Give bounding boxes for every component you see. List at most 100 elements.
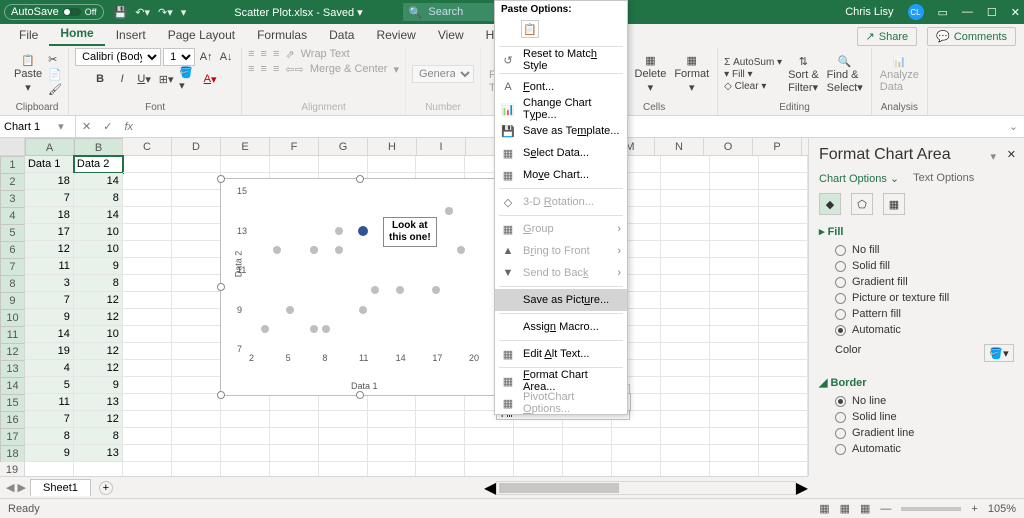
ctx-change-chart-type[interactable]: 📊Change Chart Type... [495,98,627,120]
col-header[interactable]: N [655,138,704,155]
chart-object[interactable]: Data 2 Data 1 2581114172079111315 Look a… [220,178,500,396]
view-page-layout-icon[interactable]: ▦ [840,502,850,515]
tab-home[interactable]: Home [49,22,104,46]
tab-formulas[interactable]: Formulas [246,24,318,46]
no-fill-radio[interactable]: No fill [819,242,1014,258]
tab-file[interactable]: File [8,24,49,46]
shrink-font-icon[interactable]: A↓ [217,48,235,66]
col-header[interactable]: O [704,138,753,155]
format-button[interactable]: ▦Format▾ [672,52,711,96]
paste-button[interactable]: 📋Paste▾ [12,52,44,96]
comments-button[interactable]: 💬 Comments [927,27,1016,46]
format-painter-icon[interactable]: 🖌 [48,83,62,96]
pattern-fill-radio[interactable]: Pattern fill [819,306,1014,322]
cut-icon[interactable]: ✂ [48,53,62,66]
col-header[interactable]: E [221,138,270,155]
sheet-tab[interactable]: Sheet1 [30,479,91,496]
number-format[interactable]: General [412,65,474,83]
auto-line-radio[interactable]: Automatic [819,441,1014,457]
name-box[interactable]: Chart 1▾ [0,116,76,137]
enter-icon[interactable]: ✓ [97,120,118,133]
ctx-save-template[interactable]: 💾Save as Template... [495,120,627,142]
ctx-edit-alt-text[interactable]: ▦Edit Alt Text... [495,343,627,365]
col-header[interactable]: A [25,138,74,156]
ctx-font[interactable]: AFont... [495,76,627,98]
solid-line-radio[interactable]: Solid line [819,409,1014,425]
maximize-icon[interactable]: ☐ [987,6,997,19]
pane-options-icon[interactable]: ▾ [990,150,996,163]
redo-icon[interactable]: ↷▾ [158,6,173,19]
find-select-button[interactable]: 🔍Find &Select▾ [825,53,865,96]
font-color-icon[interactable]: A▾ [201,70,219,88]
italic-icon[interactable]: I [113,70,131,88]
tab-view[interactable]: View [427,24,475,46]
chart-options-tab[interactable]: Chart Options ⌄ [819,172,899,185]
solid-fill-radio[interactable]: Solid fill [819,258,1014,274]
tab-page-layout[interactable]: Page Layout [157,24,246,46]
share-button[interactable]: ↗ Share [857,27,918,46]
col-header[interactable]: I [417,138,466,155]
bold-icon[interactable]: B [91,70,109,88]
size-props-icon[interactable]: ▦ [883,193,905,215]
cancel-icon[interactable]: ✕ [76,120,97,133]
col-header[interactable]: G [319,138,368,155]
undo-icon[interactable]: ↶▾ [135,6,150,19]
ctx-select-data[interactable]: ▦Select Data... [495,142,627,164]
zoom-out-icon[interactable]: — [880,503,891,515]
view-page-break-icon[interactable]: ▦ [860,502,870,515]
ribbon-display-icon[interactable]: ▭ [938,6,948,19]
ctx-save-as-picture[interactable]: Save as Picture... [495,289,627,311]
ctx-move-chart[interactable]: ▦Move Chart... [495,164,627,186]
fill-line-icon[interactable]: ◆ [819,193,841,215]
zoom-level[interactable]: 105% [988,503,1016,515]
tab-data[interactable]: Data [318,24,365,46]
ctx-format-chart-area[interactable]: ▦Format Chart Area... [495,370,627,392]
view-normal-icon[interactable]: ▦ [819,502,829,515]
gradient-fill-radio[interactable]: Gradient fill [819,274,1014,290]
autosum-button[interactable]: Σ AutoSum ▾ [724,57,782,68]
save-icon[interactable]: 💾 [114,6,128,19]
sort-filter-button[interactable]: ⇅Sort &Filter▾ [786,53,821,96]
worksheet-grid[interactable]: A B C D E F G H I M N O P 1Data 1Data 22… [0,138,808,476]
chart-callout[interactable]: Look atthis one! [383,217,437,247]
tab-insert[interactable]: Insert [105,24,157,46]
zoom-slider[interactable] [901,507,961,511]
no-line-radio[interactable]: No line [819,393,1014,409]
fill-color-icon[interactable]: 🪣▾ [179,70,197,88]
color-picker[interactable]: 🪣▾ [984,344,1014,362]
new-sheet-icon[interactable]: + [99,481,113,495]
text-options-tab[interactable]: Text Options [913,172,974,185]
horizontal-scrollbar[interactable] [496,481,795,495]
auto-fill-radio[interactable]: Automatic [819,322,1014,338]
border-icon[interactable]: ⊞▾ [157,70,175,88]
avatar[interactable]: CL [908,4,924,20]
close-icon[interactable]: ✕ [1011,6,1020,19]
picture-fill-radio[interactable]: Picture or texture fill [819,290,1014,306]
col-header[interactable]: F [270,138,319,155]
delete-button[interactable]: ▦Delete▾ [633,52,669,96]
ctx-assign-macro[interactable]: Assign Macro... [495,316,627,338]
col-header[interactable]: P [753,138,802,155]
close-pane-icon[interactable]: ✕ [1007,148,1016,161]
fx-icon[interactable]: fx [118,121,139,133]
border-section[interactable]: ◢ Border [819,376,1014,389]
ctx-reset-style[interactable]: ↺Reset to Match Style [495,49,627,71]
zoom-in-icon[interactable]: + [971,503,977,515]
paste-option-icon[interactable]: 📋 [521,20,539,38]
analyze-data-button[interactable]: 📊AnalyzeData [878,53,921,95]
copy-icon[interactable]: 📄 [48,68,62,81]
tab-review[interactable]: Review [365,24,426,46]
clear-button[interactable]: ◇ Clear ▾ [724,81,782,92]
minimize-icon[interactable]: — [962,6,973,18]
col-header[interactable]: H [368,138,417,155]
underline-icon[interactable]: U▾ [135,70,153,88]
grow-font-icon[interactable]: A↑ [197,48,215,66]
fill-button[interactable]: ▾ Fill ▾ [724,69,782,80]
col-header[interactable]: D [172,138,221,155]
col-header[interactable]: C [123,138,172,155]
fill-section[interactable]: ▸ Fill [819,225,1014,238]
autosave-toggle[interactable]: AutoSaveOff [4,4,104,20]
select-all-corner[interactable] [0,138,25,155]
gradient-line-radio[interactable]: Gradient line [819,425,1014,441]
col-header[interactable]: B [74,138,123,156]
